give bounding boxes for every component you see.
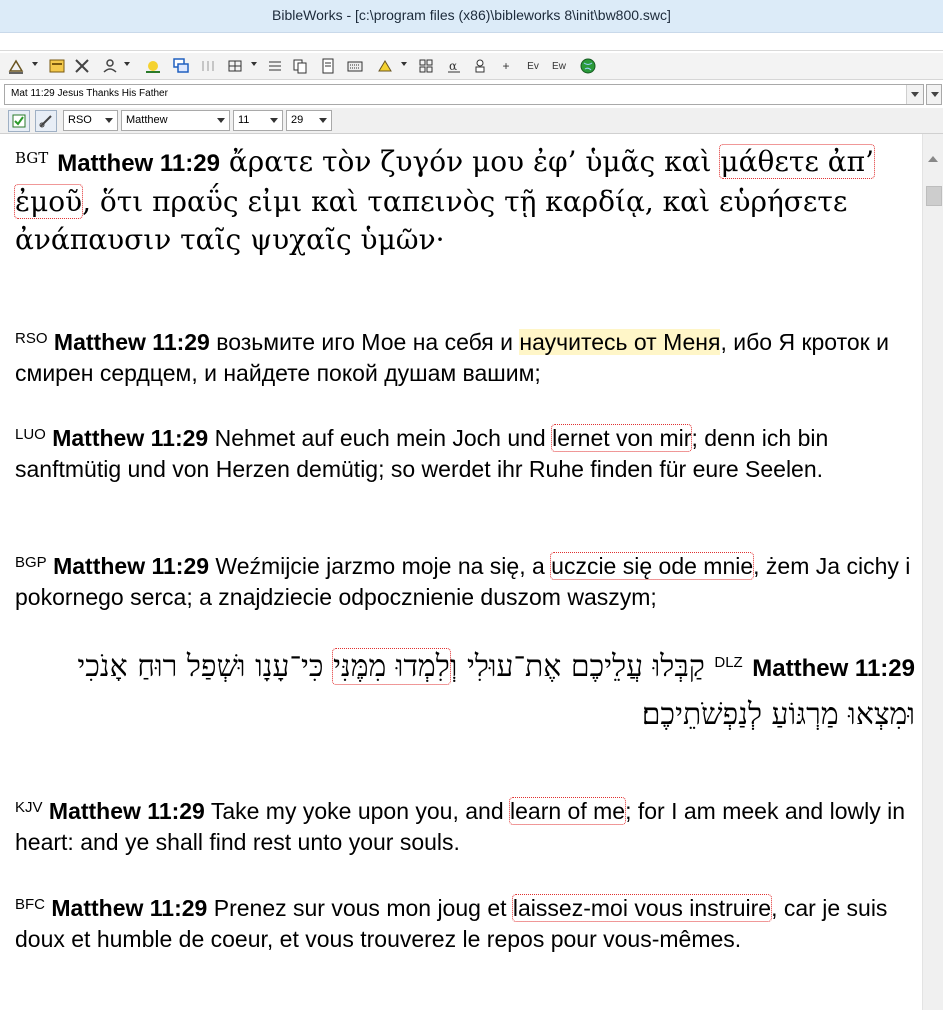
chevron-down-icon [105,118,113,123]
link-icon[interactable] [35,110,57,132]
verse-ref[interactable]: Matthew 11:29 [49,798,205,824]
verse-text: Weźmijcie jarzmo moje na się, a [209,553,552,579]
verse-text: ἄρατε τὸν ζυγόν μου ἐφ’ ὑμᾶς καὶ [219,145,721,178]
chevron-down-icon [217,118,225,123]
plugin-icon[interactable] [100,56,120,76]
verse-text: , ὅτι πραΰς εἰμι καὶ ταπεινὸς τῇ καρδίᾳ,… [15,185,848,256]
side-dropdown-icon[interactable] [926,84,942,105]
add-label: + [502,59,510,73]
parse-icon[interactable] [198,56,218,76]
version-value: RSO [68,114,92,126]
checklist-icon[interactable] [8,110,30,132]
version-label[interactable]: RSO [15,330,48,347]
verse-ref[interactable]: Matthew 11:29 [57,150,220,177]
tools-icon[interactable] [72,56,92,76]
verse-ref[interactable]: Matthew 11:29 [52,425,208,451]
verse-value: 29 [291,114,304,126]
verse-rso: RSO Matthew 11:29 возьмите иго Мое на се… [15,327,915,389]
window-icon[interactable] [171,56,191,76]
version-label[interactable]: DLZ [714,654,742,671]
grid-icon[interactable] [225,56,245,76]
verse-text: Take my yoke upon you, and [204,798,511,824]
ev-icon[interactable]: Ev [522,56,544,76]
verse-ref[interactable]: Matthew 11:29 [51,895,207,921]
menu-separator [0,50,943,51]
chevron-down-icon[interactable] [906,85,923,104]
chapter-select[interactable]: 11 [233,110,283,131]
ew-label: Ew [552,60,566,72]
chevron-down-icon [270,118,278,123]
svg-text:α: α [449,59,457,73]
version-label[interactable]: BGP [15,554,47,571]
version-select[interactable]: RSO [63,110,118,131]
scroll-thumb[interactable] [926,186,942,206]
plugin-dropdown-icon[interactable] [124,62,130,66]
list-icon[interactable] [265,56,285,76]
verse-luo: LUO Matthew 11:29 Nehmet auf euch mein J… [15,423,915,485]
copy-icon[interactable] [290,56,310,76]
globe-icon[interactable] [578,56,598,76]
version-label[interactable]: BGT [15,149,48,167]
ew-icon[interactable]: Ew [548,56,570,76]
marked-phrase[interactable]: laissez-moi vous instruire [511,894,773,922]
marked-phrase[interactable]: learn of me [509,797,627,825]
version-label[interactable]: KJV [15,799,43,816]
ev-label: Ev [527,60,539,72]
verse-bfc: BFC Matthew 11:29 Prenez sur vous mon jo… [15,893,915,955]
verse-text: קַבְּלוּ עֲלֵיכֶם אֶת־עוּלִי וְ [449,649,715,684]
verse-bgp: BGP Matthew 11:29 Weźmijcie jarzmo moje … [15,551,915,613]
version-label[interactable]: LUO [15,426,46,443]
marked-phrase[interactable]: לִמְדוּ מִמֶּנִּי [332,648,451,685]
main-toolbar: α + Ev Ew [0,53,943,80]
verse-reference-text: Mat 11:29 Jesus Thanks His Father [11,88,168,99]
person-icon[interactable] [470,56,490,76]
window-title: BibleWorks - [c:\program files (x86)\bib… [272,7,671,23]
analysis-icon[interactable] [375,56,395,76]
highlighted-phrase[interactable]: научитесь от Меня [519,329,721,355]
vertical-scrollbar[interactable] [922,134,943,1010]
book-select[interactable]: Matthew [121,110,230,131]
panel-toolbar: RSO Matthew 11 29 [0,108,943,134]
search-dropdown-icon[interactable] [32,62,38,66]
grid-dropdown-icon[interactable] [251,62,257,66]
analysis-dropdown-icon[interactable] [401,62,407,66]
chevron-down-icon [319,118,327,123]
add-icon[interactable]: + [496,56,516,76]
scroll-up-icon[interactable] [928,156,938,162]
open-icon[interactable] [47,56,67,76]
verse-ref[interactable]: Matthew 11:29 [54,329,210,355]
verse-text: Nehmet auf euch mein Joch und [208,425,553,451]
version-label[interactable]: BFC [15,896,45,913]
compare-icon[interactable] [416,56,436,76]
chapter-value: 11 [238,114,250,126]
title-bar: BibleWorks - [c:\program files (x86)\bib… [0,0,943,33]
keyboard-icon[interactable] [345,56,365,76]
verse-text: возьмите иго Мое на себя и [209,329,520,355]
verse-bgt: BGT Matthew 11:29 ἄρατε τὸν ζυγόν μου ἐφ… [14,143,915,259]
verse-kjv: KJV Matthew 11:29 Take my yoke upon you,… [15,796,915,858]
verse-text: Prenez sur vous mon joug et [207,895,513,921]
verse-reference-combo[interactable]: Mat 11:29 Jesus Thanks His Father [4,84,924,105]
verse-ref[interactable]: Matthew 11:29 [752,655,915,682]
marked-phrase[interactable]: uczcie się ode mnie [550,552,755,580]
search-icon[interactable] [6,56,26,76]
alpha-icon[interactable]: α [444,56,464,76]
marked-phrase[interactable]: lernet von mir [551,424,693,452]
lightbulb-icon[interactable] [143,56,163,76]
verse-select[interactable]: 29 [286,110,332,131]
verse-ref[interactable]: Matthew 11:29 [53,553,209,579]
book-value: Matthew [126,114,168,126]
verse-dlz: DLZ Matthew 11:29 קַבְּלוּ עֲלֵיכֶם אֶת־… [15,644,915,738]
document-icon[interactable] [318,56,338,76]
